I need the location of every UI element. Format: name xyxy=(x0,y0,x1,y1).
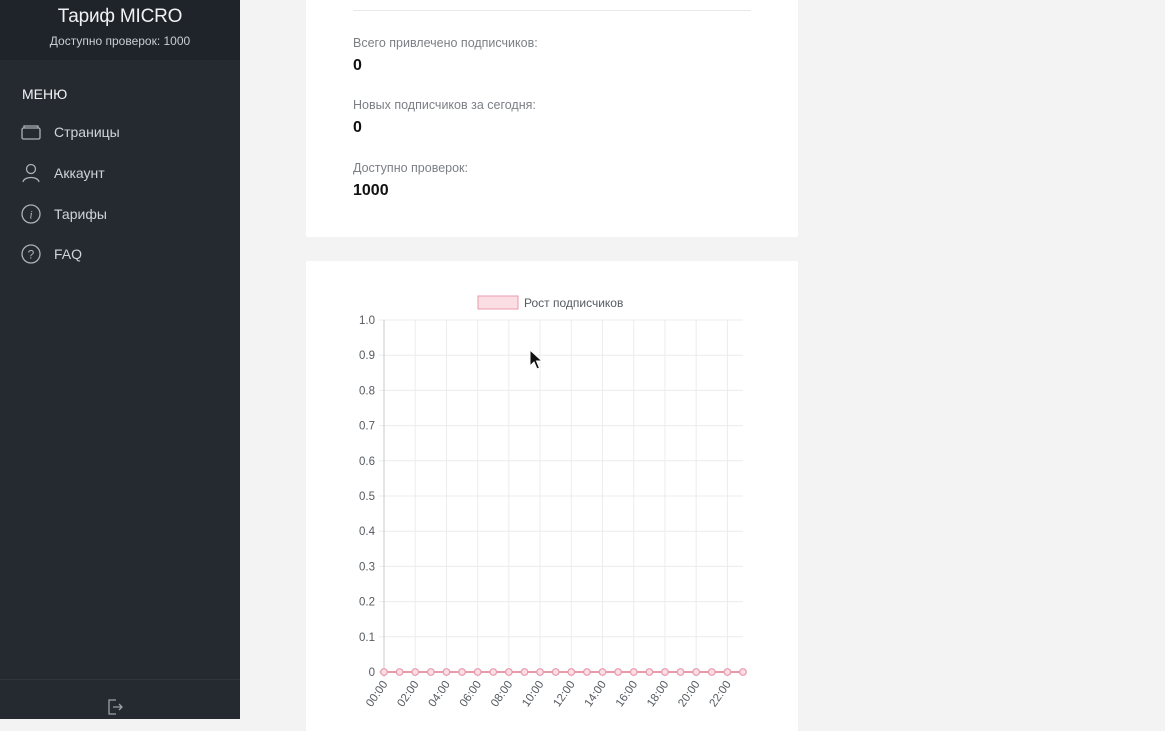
info-icon: i xyxy=(20,201,46,227)
total-subscribers-value: 0 xyxy=(353,57,362,74)
total-subscribers-label: Всего привлечено подписчиков: xyxy=(353,36,538,50)
sidebar-item-label: Тарифы xyxy=(54,206,107,222)
x-tick-label: 22:00 xyxy=(708,679,734,709)
x-tick-label: 10:00 xyxy=(520,679,546,709)
wallet-icon xyxy=(20,119,46,145)
legend-swatch xyxy=(477,295,519,310)
menu-title: МЕНЮ xyxy=(22,86,68,102)
stats-card: Всего привлечено подписчиков: 0 Новых по… xyxy=(306,0,798,237)
mouse-cursor-icon xyxy=(529,348,544,376)
sidebar-item-faq[interactable]: ? FAQ xyxy=(20,241,220,267)
data-point xyxy=(458,668,466,676)
sidebar: Тариф MICRO Доступно проверок: 1000 МЕНЮ… xyxy=(0,0,240,719)
data-point xyxy=(676,668,685,676)
sidebar-item-label: FAQ xyxy=(54,246,83,262)
x-tick-label: 14:00 xyxy=(583,679,609,709)
help-icon: ? xyxy=(20,241,46,267)
data-point xyxy=(489,668,498,676)
y-tick-label: 0.3 xyxy=(359,561,375,573)
data-point xyxy=(614,668,623,676)
data-point xyxy=(380,668,388,676)
data-point xyxy=(520,668,529,676)
data-point xyxy=(661,668,669,676)
user-icon xyxy=(20,160,46,186)
sidebar-item-account[interactable]: Аккаунт xyxy=(20,160,220,186)
svg-text:?: ? xyxy=(28,248,35,262)
data-point xyxy=(426,668,435,676)
x-tick-label: 02:00 xyxy=(395,679,421,709)
data-point xyxy=(645,668,654,676)
data-point xyxy=(395,668,404,676)
y-tick-label: 0 xyxy=(369,667,375,679)
data-point xyxy=(598,668,607,676)
subscribers-chart: Рост подписчиков 0 0.1 0.2 0.3 0.4 0.5 0.6 0.7 0.… xyxy=(359,295,747,709)
plan-checks-available: Доступно проверок: 1000 xyxy=(49,34,191,48)
new-subscribers-today-value: 0 xyxy=(353,119,362,136)
checks-available-value: 1000 xyxy=(353,182,389,199)
new-subscribers-today-label: Новых подписчиков за сегодня: xyxy=(353,98,536,112)
plan-title: Тариф MICRO xyxy=(57,6,183,27)
svg-text:i: i xyxy=(29,208,32,222)
y-tick-label: 1.0 xyxy=(359,315,375,327)
divider xyxy=(353,10,751,11)
data-point xyxy=(723,668,732,676)
y-tick-label: 0.8 xyxy=(359,385,375,397)
data-point xyxy=(629,668,638,676)
data-point xyxy=(411,668,420,676)
x-tick-label: 20:00 xyxy=(676,679,702,709)
y-tick-label: 0.5 xyxy=(359,491,375,503)
y-tick-label: 0.1 xyxy=(359,632,375,644)
sidebar-item-pages[interactable]: Страницы xyxy=(20,119,220,145)
logout-icon[interactable] xyxy=(107,698,123,721)
data-point xyxy=(536,668,544,676)
checks-available-label: Доступно проверок: xyxy=(353,161,468,175)
data-point xyxy=(551,668,560,676)
x-tick-label: 06:00 xyxy=(458,679,484,709)
x-tick-label: 12:00 xyxy=(551,679,577,709)
y-tick-label: 0.2 xyxy=(359,597,375,609)
x-tick-label: 08:00 xyxy=(489,679,515,709)
sidebar-item-label: Страницы xyxy=(54,124,120,140)
data-point xyxy=(583,668,591,676)
x-tick-label: 04:00 xyxy=(427,679,453,709)
data-point xyxy=(739,668,747,676)
data-point xyxy=(442,668,451,676)
y-tick-label: 0.6 xyxy=(359,456,375,468)
sidebar-footer xyxy=(0,679,240,720)
y-tick-label: 0.7 xyxy=(359,421,375,433)
data-point xyxy=(692,668,701,676)
plan-block: Тариф MICRO Доступно проверок: 1000 xyxy=(0,0,240,60)
y-tick-label: 0.4 xyxy=(359,526,376,538)
sidebar-item-tariffs[interactable]: i Тарифы xyxy=(20,201,220,227)
x-tick-label: 00:00 xyxy=(364,679,390,709)
data-point xyxy=(473,668,482,676)
data-point xyxy=(504,668,513,676)
data-point xyxy=(567,668,576,676)
x-tick-label: 18:00 xyxy=(645,679,671,709)
x-tick-label: 16:00 xyxy=(614,679,640,709)
data-point xyxy=(707,668,716,676)
subscribers-chart-card: Рост подписчиков 0 0.1 0.2 0.3 0.4 0.5 0.6 0.7 0.… xyxy=(306,261,798,731)
y-tick-label: 0.9 xyxy=(359,350,375,362)
sidebar-item-label: Аккаунт xyxy=(54,165,105,181)
legend-label: Рост подписчиков xyxy=(524,296,623,310)
